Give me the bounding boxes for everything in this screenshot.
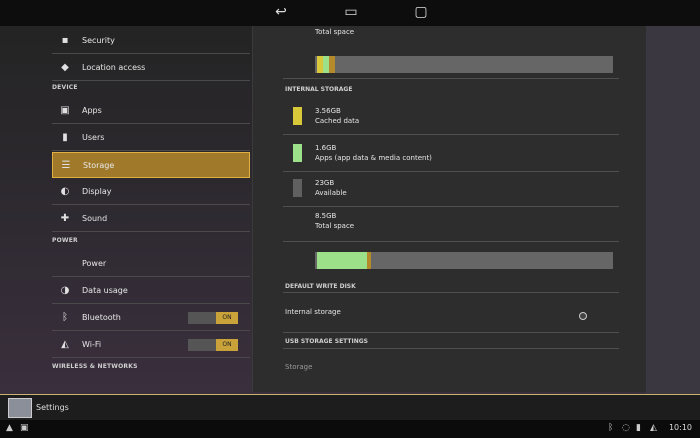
sidebar-item-label: Data usage — [82, 286, 128, 295]
sidebar-item-data-usage[interactable]: ◑ Data usage — [52, 278, 250, 304]
storage-usage-bar — [315, 56, 613, 73]
color-swatch — [293, 107, 302, 125]
sidebar-item-label: Sound — [82, 214, 108, 223]
color-swatch — [293, 144, 302, 162]
sidebar-item-users[interactable]: ▮ Users — [52, 125, 250, 151]
storage-panel: Total space INTERNAL STORAGE 3.56GB Cach… — [252, 26, 646, 392]
wifi-status-icon: ◭ — [650, 423, 657, 433]
display-icon: ◐ — [60, 186, 70, 197]
toggle-state: ON — [216, 339, 238, 351]
sidebar-item-location[interactable]: ◆ Location access — [52, 55, 250, 81]
sidebar-item-label: Bluetooth — [82, 313, 121, 322]
location-icon: ◆ — [61, 62, 69, 73]
divider — [283, 292, 619, 293]
sidebar-item-apps[interactable]: ▣ Apps — [52, 98, 250, 124]
sound-icon: ✚ — [60, 213, 70, 224]
divider — [283, 332, 619, 333]
back-icon[interactable]: ↩ — [270, 4, 292, 20]
sidebar-item-label: Security — [82, 36, 115, 45]
sidebar-item-wifi[interactable]: ◭ Wi-Fi ON — [52, 332, 250, 358]
settings-sidebar: ▪ Security ◆ Location access DEVICE ▣ Ap… — [0, 26, 252, 394]
navigation-bar: ↩ ▭ ▢ — [0, 0, 700, 26]
app-thumbnail[interactable] — [8, 398, 32, 418]
divider — [283, 171, 619, 172]
recent-apps-icon[interactable]: ▢ — [410, 4, 432, 20]
sidebar-item-security[interactable]: ▪ Security — [52, 28, 250, 54]
settings-screen: ▪ Security ◆ Location access DEVICE ▣ Ap… — [0, 26, 700, 394]
sidebar-item-display[interactable]: ◐ Display — [52, 179, 250, 205]
sidebar-item-label: Power — [82, 259, 107, 268]
sidebar-item-label: Location access — [82, 63, 146, 72]
default-write-disk-header: DEFAULT WRITE DISK — [285, 283, 356, 290]
row-label: Cached data — [315, 117, 360, 125]
sidebar-item-storage[interactable]: ☰ Storage — [52, 152, 250, 178]
clock: 10:10 — [668, 423, 692, 432]
divider — [283, 348, 619, 349]
user-icon: ▮ — [62, 132, 68, 143]
lock-icon: ▪ — [61, 35, 69, 46]
total-space-label: Total space — [315, 28, 355, 36]
row-label: Total space — [315, 222, 355, 230]
warning-icon[interactable]: ▲ — [6, 423, 13, 433]
taskbar-app-name[interactable]: Settings — [36, 403, 69, 412]
row-label: Apps (app data & media content) — [315, 154, 432, 162]
sync-icon: ◌ — [622, 423, 630, 433]
system-bar: ▲ ▣ ᛒ ◌ ▮ ◭ 10:10 — [0, 420, 700, 438]
sidebar-item-label: Storage — [83, 160, 115, 170]
row-label: Available — [315, 189, 347, 197]
sidebar-item-label: Wi-Fi — [82, 340, 102, 349]
sidebar-item-label: Display — [82, 187, 112, 196]
row-size: 3.56GB — [315, 107, 341, 115]
storage-icon: ☰ — [61, 159, 71, 171]
apps-icon: ▣ — [60, 105, 70, 116]
row-size: 23GB — [315, 179, 335, 187]
notification-icon[interactable]: ▣ — [20, 423, 29, 433]
wifi-icon: ◭ — [61, 339, 69, 350]
bluetooth-icon: ᛒ — [62, 312, 68, 323]
storage-row-apps[interactable]: 1.6GB Apps (app data & media content) — [285, 144, 615, 170]
storage-row-available[interactable]: 23GB Available — [285, 179, 615, 205]
sidebar-item-bluetooth[interactable]: ᛒ Bluetooth ON — [52, 305, 250, 331]
sidebar-item-sound[interactable]: ✚ Sound — [52, 206, 250, 232]
divider — [283, 78, 619, 79]
radio-button[interactable] — [579, 312, 587, 320]
divider — [283, 134, 619, 135]
row-size: 1.6GB — [315, 144, 337, 152]
home-icon[interactable]: ▭ — [340, 4, 362, 20]
usb-storage-item[interactable]: Storage — [285, 363, 312, 371]
bluetooth-status-icon: ᛒ — [608, 423, 614, 433]
color-swatch — [293, 179, 302, 197]
default-write-option[interactable]: Internal storage — [285, 308, 341, 316]
internal-storage-header: INTERNAL STORAGE — [285, 86, 353, 93]
data-usage-icon: ◑ — [60, 285, 70, 296]
bar-segment-other — [367, 252, 371, 269]
wifi-toggle[interactable]: ON — [188, 339, 238, 351]
battery-icon: ▮ — [636, 423, 641, 433]
toggle-state: ON — [216, 312, 238, 324]
bluetooth-toggle[interactable]: ON — [188, 312, 238, 324]
power-icon — [58, 257, 72, 271]
taskbar: Settings — [0, 394, 700, 420]
section-header-wireless: WIRELESS & NETWORKS — [52, 363, 138, 370]
bar-segment-apps — [317, 252, 367, 269]
background-edge — [646, 26, 700, 394]
divider — [283, 241, 619, 242]
usb-storage-header: USB STORAGE SETTINGS — [285, 338, 368, 345]
divider — [283, 206, 619, 207]
sidebar-item-power[interactable]: Power — [52, 251, 250, 277]
row-size: 8.5GB — [315, 212, 337, 220]
storage-row-total: 8.5GB Total space — [285, 212, 615, 238]
bar-segment-other — [329, 56, 335, 73]
storage-row-cached[interactable]: 3.56GB Cached data — [285, 107, 615, 133]
sidebar-item-label: Apps — [82, 106, 102, 115]
sidebar-item-label: Users — [82, 133, 105, 142]
internal-usage-bar — [315, 252, 613, 269]
